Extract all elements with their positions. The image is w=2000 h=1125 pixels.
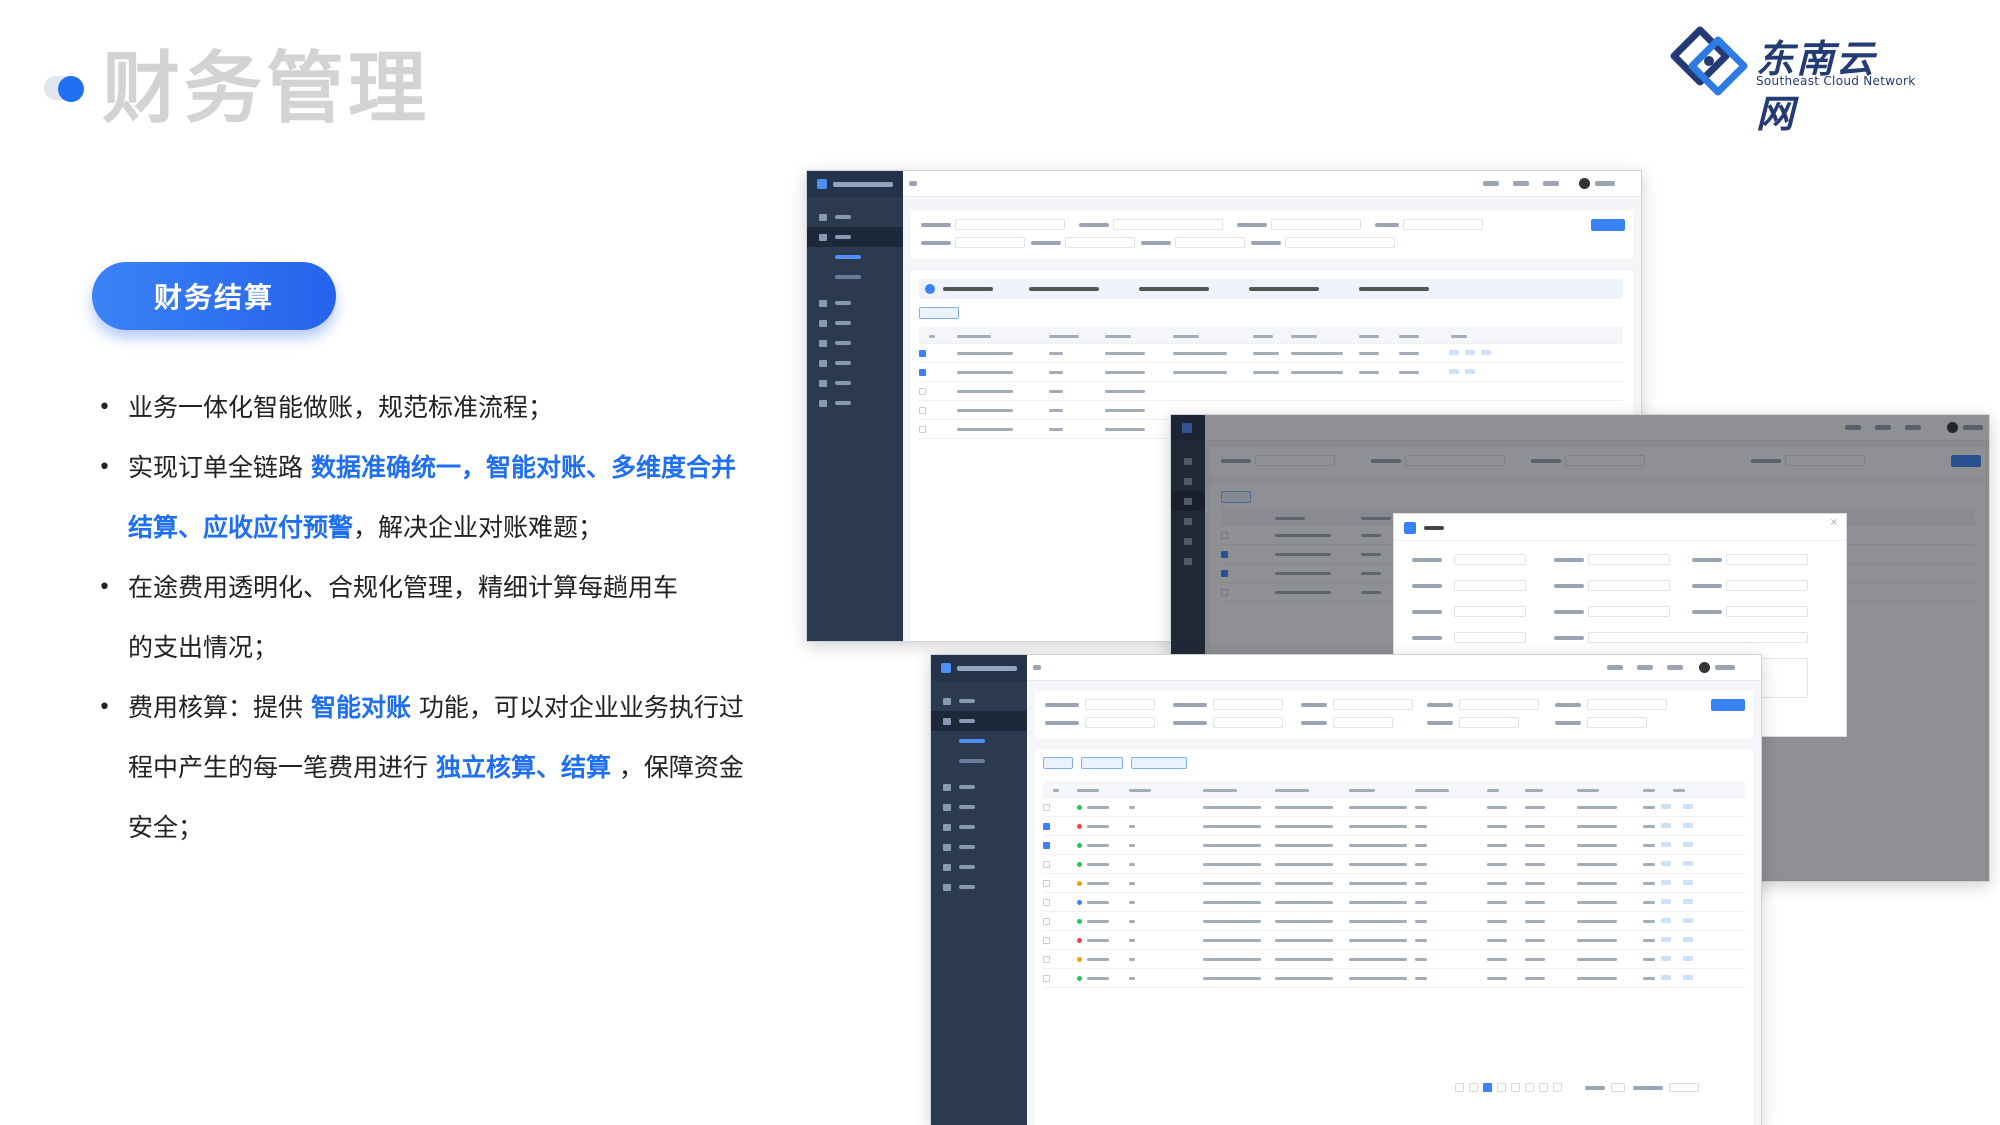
section-pill: 财务结算 [92,262,336,330]
sidebar-subitem[interactable] [807,247,903,267]
page-title: 财务管理 [102,44,431,134]
filter-input[interactable] [1271,219,1361,230]
bullet-text: 费用核算：提供 [128,693,311,722]
sidebar-item[interactable] [807,227,903,247]
bullet-item: 业务一体化智能做账，规范标准流程； [96,378,756,438]
sidebar-item[interactable] [807,393,903,413]
filter-input[interactable] [1175,237,1245,248]
close-icon[interactable]: × [1830,518,1838,528]
sidebar-item[interactable] [807,333,903,353]
title-dot-icon [58,76,84,102]
avatar[interactable] [1579,178,1590,189]
app-sidebar [807,171,903,641]
company-logo: 东南云网 Southeast Cloud Network [1670,26,1915,136]
feature-list: 业务一体化智能做账，规范标准流程； 实现订单全链路 数据准确统一，智能对账、多维… [96,378,756,858]
filter-panel [911,211,1633,259]
filter-input[interactable] [955,237,1025,248]
bullet-text: ，解决企业对账难题； [353,513,604,542]
bullet-item: 费用核算：提供 智能对账 功能，可以对企业业务执行过程中产生的每一笔费用进行 独… [96,678,756,858]
filter-input[interactable] [1113,219,1223,230]
sidebar-item[interactable] [807,353,903,373]
sidebar-item[interactable] [807,373,903,393]
filter-input[interactable] [1403,219,1483,230]
app-brand [807,171,903,197]
sidebar-item[interactable] [807,293,903,313]
app-topbar [903,171,1641,197]
sidebar-item[interactable] [807,207,903,227]
bullet-text: 在途费用透明化、合规化管理，精细计算每趟用车的支出情况； [128,573,679,662]
sidebar-subitem[interactable] [807,267,903,287]
batch-button[interactable] [919,307,959,319]
screenshot-reconciliation-list [930,654,1762,1125]
filter-input[interactable] [955,219,1065,230]
logo-name-en: Southeast Cloud Network [1756,74,1916,88]
filter-input[interactable] [1285,237,1395,248]
diamond-network-icon [1670,26,1748,96]
sidebar-item[interactable] [807,313,903,333]
bullet-text: 业务一体化智能做账，规范标准流程； [128,393,554,422]
bullet-text: 实现订单全链路 [128,453,311,482]
bullet-highlight: 独立核算、结算 [435,753,611,782]
search-button[interactable] [1591,219,1625,231]
app-sidebar [931,655,1027,1125]
filter-input[interactable] [1065,237,1135,248]
bullet-item: 在途费用透明化、合规化管理，精细计算每趟用车的支出情况； [96,558,696,678]
pagination[interactable] [1455,1083,1745,1092]
bullet-item: 实现订单全链路 数据准确统一，智能对账、多维度合并结算、应收应付预警，解决企业对… [96,438,756,558]
bullet-highlight: 智能对账 [310,693,411,722]
